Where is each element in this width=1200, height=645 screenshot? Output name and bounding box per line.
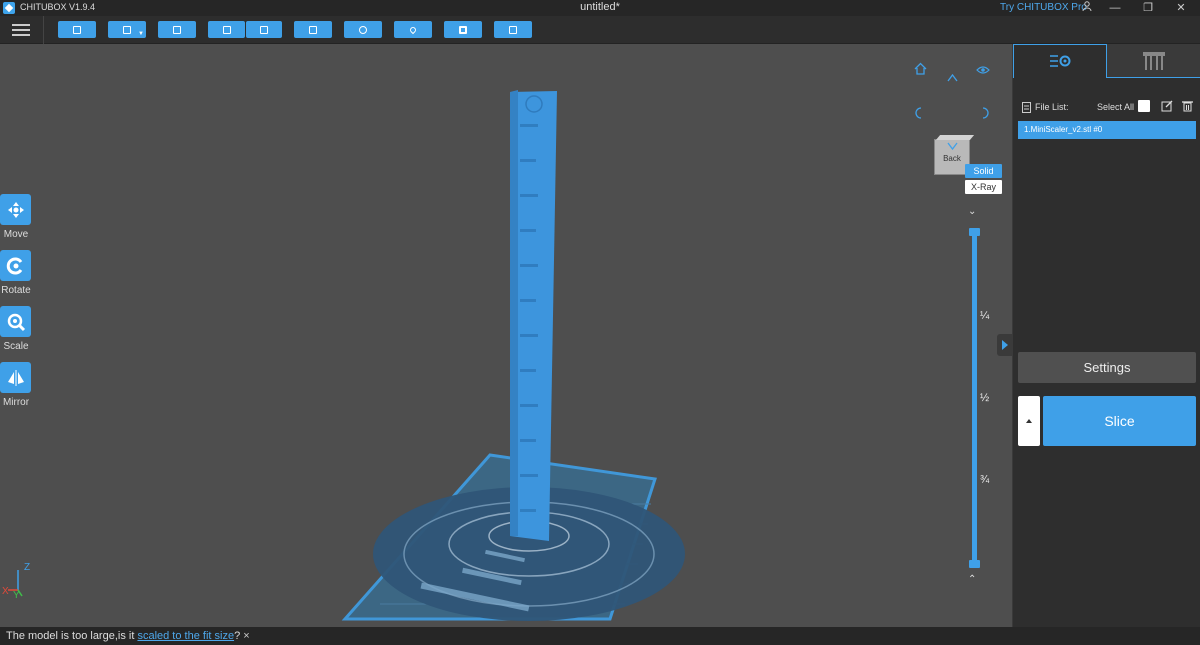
axis-x-label: X xyxy=(2,586,9,597)
slice-button[interactable]: Slice xyxy=(1043,396,1196,446)
hollow-button[interactable] xyxy=(444,21,482,38)
hollow-icon xyxy=(459,25,467,34)
tab-supports[interactable] xyxy=(1107,44,1200,78)
toolbar-divider xyxy=(43,16,44,44)
save-button[interactable]: ▼ xyxy=(108,21,146,38)
scale-tool-label: Scale xyxy=(3,341,29,352)
right-panel: File List: Select All 1.MiniScaler_v2.st… xyxy=(1012,44,1200,627)
drop-icon xyxy=(408,25,418,34)
drop-button[interactable] xyxy=(394,21,432,38)
supports-icon xyxy=(1143,52,1165,70)
slice-options-button[interactable] xyxy=(1018,396,1040,446)
scene-canvas xyxy=(341,90,685,621)
move-tool[interactable]: Move xyxy=(0,194,32,240)
3d-viewport[interactable]: Move Rotate Scale Mirror Back Solid X-Ra… xyxy=(0,44,1012,627)
open-file-button[interactable] xyxy=(58,21,96,38)
select-all-checkbox[interactable] xyxy=(1138,100,1150,112)
user-icon[interactable] xyxy=(1072,0,1102,16)
import-icon xyxy=(222,25,231,34)
file-list-item[interactable]: 1.MiniScaler_v2.stl #0 xyxy=(1018,121,1196,139)
panel-toggle-button[interactable] xyxy=(997,334,1012,356)
move-tool-label: Move xyxy=(3,229,29,240)
app-name: CHITUBOX V1.9.4 xyxy=(20,2,96,12)
save-icon xyxy=(123,25,131,34)
home-view-icon[interactable] xyxy=(914,62,927,78)
axis-y-label: Y xyxy=(13,590,20,598)
export-button[interactable] xyxy=(246,21,282,38)
delete-icon[interactable] xyxy=(1182,99,1193,117)
chevron-down-icon: ▼ xyxy=(138,31,144,37)
view-cube-face: Back xyxy=(943,154,961,163)
rotate-icon xyxy=(6,257,22,274)
tab-settings[interactable] xyxy=(1013,44,1107,78)
platform-icon xyxy=(309,25,317,34)
mirror-icon xyxy=(7,369,24,386)
close-window-button[interactable]: ✕ xyxy=(1166,0,1196,16)
axis-gizmo: Z X Y xyxy=(2,562,30,598)
lock-button[interactable] xyxy=(494,21,532,38)
rotate-down-icon[interactable] xyxy=(946,140,959,154)
mirror-tool[interactable]: Mirror xyxy=(0,362,32,408)
hamburger-menu-icon[interactable] xyxy=(12,22,30,38)
file-list-icon xyxy=(1022,100,1031,118)
chitubox-window: CHITUBOX V1.9.4 untitled* Try CHITUBOX P… xyxy=(0,0,1200,645)
screenshot-button[interactable] xyxy=(158,21,196,38)
rotate-tool[interactable]: Rotate xyxy=(0,250,32,296)
layer-fraction-quarter: ¼ xyxy=(980,310,990,322)
settings-list-icon xyxy=(1050,55,1071,67)
layer-slider-expand-icon[interactable]: ⌃ xyxy=(968,574,976,585)
settings-button[interactable]: Settings xyxy=(1018,352,1196,383)
platform-button[interactable] xyxy=(294,21,332,38)
rotate-right-icon[interactable] xyxy=(979,106,991,123)
screenshot-icon xyxy=(173,25,181,34)
layer-fraction-half: ½ xyxy=(980,392,990,404)
arrange-button[interactable] xyxy=(344,21,382,38)
solid-mode-button[interactable]: Solid xyxy=(965,164,1002,178)
rotate-tool-label: Rotate xyxy=(1,285,31,296)
select-all-label: Select All xyxy=(1097,102,1135,112)
main-toolbar: ▼ xyxy=(0,16,1200,44)
export-icon xyxy=(260,25,268,34)
lock-icon xyxy=(509,25,517,34)
scale-tool[interactable]: Scale xyxy=(0,306,32,352)
layer-slider-track[interactable] xyxy=(972,232,977,564)
xray-mode-button[interactable]: X-Ray xyxy=(965,180,1002,194)
scale-to-fit-link[interactable]: scaled to the fit size xyxy=(137,630,234,642)
open-file-icon xyxy=(73,25,81,34)
status-message: The model is too large,is it xyxy=(6,630,138,642)
scale-icon xyxy=(7,313,25,331)
eye-icon[interactable] xyxy=(976,64,990,78)
rotate-up-icon[interactable] xyxy=(946,72,959,86)
rotate-left-icon[interactable] xyxy=(913,106,925,123)
chitubox-logo-icon xyxy=(3,2,15,14)
status-bar: The model is too large,is it scaled to t… xyxy=(0,627,1200,645)
move-icon xyxy=(7,201,24,218)
import-button[interactable] xyxy=(208,21,245,38)
minimize-button[interactable]: — xyxy=(1100,0,1130,16)
file-list-label: File List: xyxy=(1035,102,1069,112)
status-message-suffix: ? xyxy=(234,630,241,642)
mirror-tool-label: Mirror xyxy=(2,397,30,408)
edit-icon[interactable] xyxy=(1161,99,1173,117)
layer-slider-collapse-icon[interactable]: ⌄ xyxy=(968,206,976,217)
title-bar: CHITUBOX V1.9.4 untitled* Try CHITUBOX P… xyxy=(0,0,1200,16)
arrange-icon xyxy=(359,25,367,34)
axis-z-label: Z xyxy=(24,562,30,573)
restore-button[interactable]: ❐ xyxy=(1133,0,1163,16)
layer-fraction-three-quarters: ¾ xyxy=(980,474,990,486)
layer-slider-bottom-handle[interactable] xyxy=(969,560,980,568)
dismiss-status-icon[interactable]: × xyxy=(243,630,249,642)
